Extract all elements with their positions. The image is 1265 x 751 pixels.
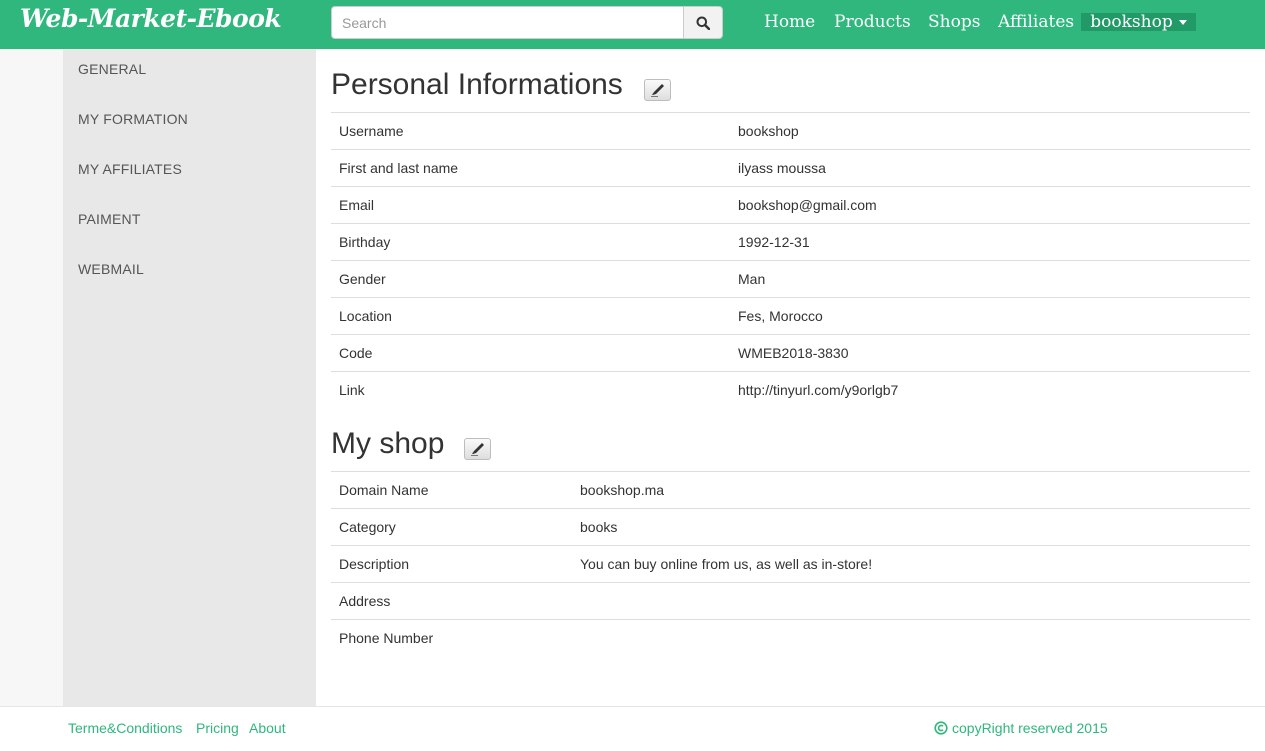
footer: Terme&Conditions Pricing About copyRight… [0, 706, 1265, 751]
field-value: bookshop.ma [580, 482, 665, 498]
field-label: Phone Number [339, 630, 434, 647]
field-label: Code [339, 345, 373, 361]
personal-info-title: Personal Informations [331, 68, 623, 101]
table-row: Description You can buy online from us, a… [331, 545, 1250, 583]
field-value: books [580, 519, 618, 535]
pencil-icon [470, 443, 484, 456]
field-value: 1992-12-31 [738, 234, 810, 250]
footer-link-pricing[interactable]: Pricing [196, 720, 239, 736]
table-row: Phone Number [331, 619, 1250, 657]
my-shop-title: My shop [331, 427, 445, 460]
field-value: Man [738, 271, 766, 287]
field-label: Email [339, 197, 375, 213]
table-row: Code WMEB2018-3830 [331, 334, 1250, 372]
my-shop-table: Domain Name bookshop.ma Category books Des… [331, 471, 1250, 657]
sidebar-item-my-affiliates[interactable]: MY AFFILIATES [78, 161, 182, 177]
sidebar-item-general[interactable]: GENERAL [78, 61, 146, 77]
field-label: Address [339, 593, 391, 609]
table-row: Domain Name bookshop.ma [331, 471, 1250, 509]
field-label: Username [339, 123, 404, 139]
field-label: Link [339, 382, 365, 399]
table-row: Link http://tinyurl.com/y9orlgb7 [331, 371, 1250, 409]
caret-down-icon [1178, 19, 1187, 25]
main-content: Personal Informations Username bookshop F… [316, 49, 1265, 706]
copyright-text: copyRight reserved 2015 [952, 720, 1108, 736]
field-value: bookshop [738, 123, 799, 139]
footer-link-terms[interactable]: Terme&Conditions [68, 720, 182, 736]
brand-logo[interactable]: Web-Market-Ebook [20, 4, 282, 33]
table-row: Email bookshop@gmail.com [331, 186, 1250, 224]
nav-shops[interactable]: Shops [928, 12, 980, 32]
field-value[interactable]: http://tinyurl.com/y9orlgb7 [730, 372, 1250, 409]
personal-info-table: Username bookshop First and last name ilya… [331, 112, 1250, 409]
search-button[interactable] [683, 6, 723, 39]
table-row: Location Fes, Morocco [331, 297, 1250, 335]
pencil-icon [650, 84, 664, 97]
field-label: Location [339, 308, 392, 324]
user-menu-dropdown[interactable]: bookshop [1081, 12, 1196, 32]
field-label: Category [339, 519, 396, 535]
nav-products[interactable]: Products [834, 12, 911, 32]
table-row: Birthday 1992-12-31 [331, 223, 1250, 261]
edit-personal-button[interactable] [644, 79, 671, 101]
field-value: bookshop@gmail.com [738, 197, 877, 213]
copyright-notice: copyRight reserved 2015 [934, 720, 1108, 736]
field-label: Domain Name [339, 482, 429, 498]
field-value: ilyass moussa [738, 160, 826, 176]
table-row: Category books [331, 508, 1250, 546]
nav-affiliates[interactable]: Affiliates [998, 12, 1074, 32]
field-value [572, 620, 1250, 657]
footer-link-about[interactable]: About [249, 720, 286, 736]
field-label: First and last name [339, 160, 459, 176]
table-row: Address [331, 582, 1250, 620]
sidebar-item-paiment[interactable]: PAIMENT [78, 211, 141, 227]
field-value: You can buy online from us, as well as i… [580, 556, 873, 572]
field-label: Description [339, 556, 410, 572]
field-label: Birthday [339, 234, 391, 250]
edit-shop-button[interactable] [464, 438, 491, 460]
search-input[interactable] [331, 6, 684, 39]
table-row: Username bookshop [331, 112, 1250, 150]
field-label: Gender [339, 271, 386, 287]
table-row: First and last name ilyass moussa [331, 149, 1250, 187]
sidebar-item-webmail[interactable]: WEBMAIL [78, 261, 144, 277]
table-row: Gender Man [331, 260, 1250, 298]
nav-home[interactable]: Home [764, 12, 815, 32]
left-gutter [0, 49, 63, 706]
copyright-icon [934, 721, 948, 735]
field-value: WMEB2018-3830 [738, 345, 849, 361]
field-value: Fes, Morocco [738, 308, 823, 324]
sidebar-item-my-formation[interactable]: MY FORMATION [78, 111, 188, 127]
sidebar: GENERAL MY FORMATION MY AFFILIATES PAIME… [63, 49, 316, 706]
top-navbar: Web-Market-Ebook Home Products Shops Aff… [0, 0, 1265, 49]
field-value [572, 583, 1250, 620]
user-menu-label: bookshop [1090, 12, 1173, 32]
search-icon [696, 16, 710, 30]
